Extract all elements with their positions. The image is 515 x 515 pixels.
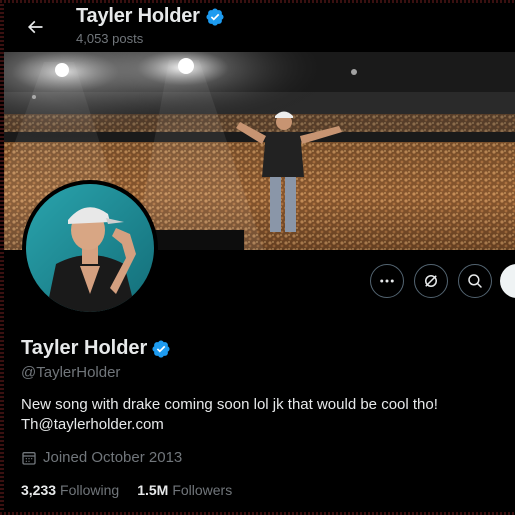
followers-link[interactable]: 1.5M Followers xyxy=(137,482,232,498)
more-button[interactable] xyxy=(370,264,404,298)
grok-button[interactable] xyxy=(414,264,448,298)
top-edge-border xyxy=(0,0,515,3)
calendar-icon xyxy=(22,451,36,465)
followers-count: 1.5M xyxy=(137,482,169,498)
search-profile-button[interactable] xyxy=(458,264,492,298)
followers-label: Followers xyxy=(172,482,233,498)
profile-name: Tayler Holder xyxy=(21,337,148,359)
more-horizontal-icon xyxy=(380,279,394,283)
back-button[interactable] xyxy=(18,10,52,44)
profile-avatar[interactable] xyxy=(22,180,158,316)
grok-icon xyxy=(425,275,437,287)
joined-date: Joined October 2013 xyxy=(21,449,182,466)
left-edge-border xyxy=(0,0,4,515)
bio-email: Th@taylerholder.com xyxy=(21,416,164,433)
search-icon xyxy=(468,274,482,288)
avatar-image xyxy=(26,184,154,312)
header-title-row: Tayler Holder xyxy=(76,5,225,28)
joined-text: Joined October 2013 xyxy=(43,449,183,466)
bio-line: New song with drake coming soon lol jk t… xyxy=(21,396,438,413)
following-link[interactable]: 3,233 Following xyxy=(21,482,119,498)
profile-handle: @TaylerHolder xyxy=(21,364,121,381)
profile-header: Tayler Holder 4,053 posts xyxy=(4,0,509,52)
profile-stats: 3,233 Following 1.5M Followers xyxy=(21,482,232,498)
profile-name-row: Tayler Holder xyxy=(21,337,171,360)
profile-bio: New song with drake coming soon lol jk t… xyxy=(21,395,501,435)
profile-page: Tayler Holder 4,053 posts Tayler Holder … xyxy=(0,0,515,515)
header-title: Tayler Holder xyxy=(76,5,200,27)
following-label: Following xyxy=(60,482,120,498)
arrow-left-icon xyxy=(27,20,43,34)
verified-badge-icon xyxy=(206,7,224,26)
posts-count: 4,053 posts xyxy=(76,31,144,46)
follow-button[interactable] xyxy=(500,264,515,298)
verified-badge-icon[interactable] xyxy=(151,339,171,359)
following-count: 3,233 xyxy=(21,482,57,498)
